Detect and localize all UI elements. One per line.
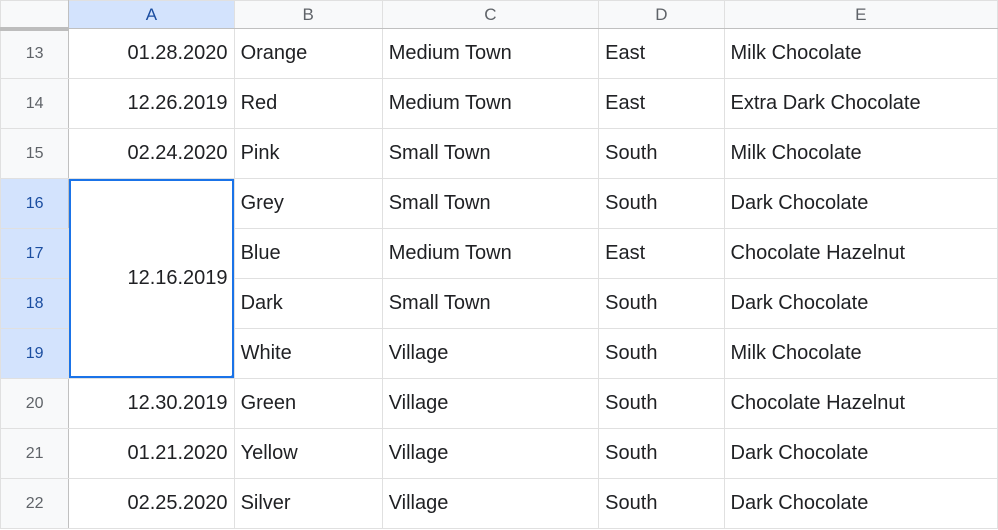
cell-d[interactable]: South xyxy=(599,279,724,329)
row-header[interactable]: 20 xyxy=(1,379,69,429)
cell-a[interactable]: 02.25.2020 xyxy=(69,479,234,529)
cell-b[interactable]: Red xyxy=(234,79,382,129)
column-header-e[interactable]: E xyxy=(724,1,998,29)
cell-e[interactable]: Milk Chocolate xyxy=(724,329,998,379)
cell-c[interactable]: Village xyxy=(382,479,598,529)
column-header-c[interactable]: C xyxy=(382,1,598,29)
cell-d[interactable]: South xyxy=(599,479,724,529)
table-row: 21 01.21.2020 Yellow Village South Dark … xyxy=(1,429,998,479)
cell-e[interactable]: Milk Chocolate xyxy=(724,29,998,79)
cell-c[interactable]: Small Town xyxy=(382,179,598,229)
cell-b[interactable]: Blue xyxy=(234,229,382,279)
cell-c[interactable]: Small Town xyxy=(382,129,598,179)
cell-c[interactable]: Village xyxy=(382,329,598,379)
cell-d[interactable]: South xyxy=(599,179,724,229)
merged-selected-cell[interactable]: 12.16.2019 xyxy=(69,179,234,379)
cell-b[interactable]: Green xyxy=(234,379,382,429)
cell-a[interactable]: 02.24.2020 xyxy=(69,129,234,179)
spreadsheet-grid[interactable]: A B C D E 13 01.28.2020 Orange Medium To… xyxy=(0,0,998,529)
cell-e[interactable]: Extra Dark Chocolate xyxy=(724,79,998,129)
cell-e[interactable]: Dark Chocolate xyxy=(724,429,998,479)
column-header-row: A B C D E xyxy=(1,1,998,29)
row-header[interactable]: 16 xyxy=(1,179,69,229)
cell-a[interactable]: 01.21.2020 xyxy=(69,429,234,479)
row-header[interactable]: 17 xyxy=(1,229,69,279)
cell-d[interactable]: East xyxy=(599,79,724,129)
column-header-b[interactable]: B xyxy=(234,1,382,29)
selection-fill-handle[interactable] xyxy=(230,374,235,379)
cell-b[interactable]: Silver xyxy=(234,479,382,529)
row-header[interactable]: 22 xyxy=(1,479,69,529)
cell-b[interactable]: Yellow xyxy=(234,429,382,479)
cell-d[interactable]: South xyxy=(599,129,724,179)
table-row: 22 02.25.2020 Silver Village South Dark … xyxy=(1,479,998,529)
select-all-corner[interactable] xyxy=(1,1,69,29)
cell-e[interactable]: Milk Chocolate xyxy=(724,129,998,179)
cell-a[interactable]: 01.28.2020 xyxy=(69,29,234,79)
cell-e[interactable]: Chocolate Hazelnut xyxy=(724,379,998,429)
cell-c[interactable]: Medium Town xyxy=(382,79,598,129)
cell-c[interactable]: Medium Town xyxy=(382,229,598,279)
column-header-a[interactable]: A xyxy=(69,1,234,29)
cell-d[interactable]: South xyxy=(599,329,724,379)
cell-b[interactable]: Dark xyxy=(234,279,382,329)
table-row: 15 02.24.2020 Pink Small Town South Milk… xyxy=(1,129,998,179)
cell-e[interactable]: Dark Chocolate xyxy=(724,279,998,329)
cell-d[interactable]: East xyxy=(599,229,724,279)
table-row: 16 12.16.2019 Grey Small Town South Dark… xyxy=(1,179,998,229)
table-row: 20 12.30.2019 Green Village South Chocol… xyxy=(1,379,998,429)
row-header[interactable]: 19 xyxy=(1,329,69,379)
cell-e[interactable]: Dark Chocolate xyxy=(724,179,998,229)
row-header[interactable]: 15 xyxy=(1,129,69,179)
cell-d[interactable]: East xyxy=(599,29,724,79)
cell-c[interactable]: Medium Town xyxy=(382,29,598,79)
cell-c[interactable]: Village xyxy=(382,379,598,429)
cell-d[interactable]: South xyxy=(599,429,724,479)
cell-b[interactable]: Pink xyxy=(234,129,382,179)
table-row: 13 01.28.2020 Orange Medium Town East Mi… xyxy=(1,29,998,79)
row-header[interactable]: 13 xyxy=(1,29,69,79)
cell-a[interactable]: 12.26.2019 xyxy=(69,79,234,129)
cell-b[interactable]: White xyxy=(234,329,382,379)
table-row: 14 12.26.2019 Red Medium Town East Extra… xyxy=(1,79,998,129)
cell-e[interactable]: Dark Chocolate xyxy=(724,479,998,529)
cell-c[interactable]: Village xyxy=(382,429,598,479)
merged-cell-value: 12.16.2019 xyxy=(127,267,227,289)
row-header[interactable]: 21 xyxy=(1,429,69,479)
cell-d[interactable]: South xyxy=(599,379,724,429)
cell-b[interactable]: Orange xyxy=(234,29,382,79)
cell-e[interactable]: Chocolate Hazelnut xyxy=(724,229,998,279)
column-header-d[interactable]: D xyxy=(599,1,724,29)
cell-c[interactable]: Small Town xyxy=(382,279,598,329)
row-header[interactable]: 14 xyxy=(1,79,69,129)
cell-b[interactable]: Grey xyxy=(234,179,382,229)
row-header[interactable]: 18 xyxy=(1,279,69,329)
cell-a[interactable]: 12.30.2019 xyxy=(69,379,234,429)
